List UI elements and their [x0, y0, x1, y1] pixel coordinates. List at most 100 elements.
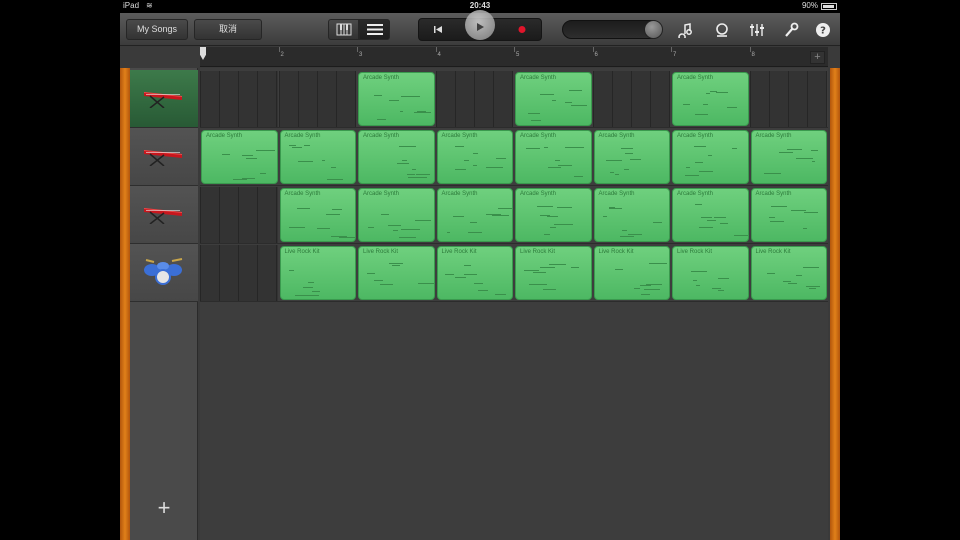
midi-note	[718, 289, 724, 291]
music-region[interactable]: Live Rock Kit	[672, 246, 749, 300]
music-region[interactable]: Live Rock Kit	[358, 246, 435, 300]
keyboard-view-button[interactable]	[328, 19, 359, 40]
timeline-ruler[interactable]: 12345678	[200, 47, 828, 67]
loop-icon	[678, 23, 692, 41]
tracks-grid[interactable]: Arcade Synth Arcade Synth Arcade Synth Arca…	[200, 68, 828, 540]
track-lane[interactable]: Arcade Synth Arcade Synth Arcade Synth Arca…	[200, 186, 828, 244]
settings-button[interactable]	[782, 22, 800, 38]
track-header[interactable]	[130, 186, 198, 244]
region-label: Arcade Synth	[755, 133, 792, 139]
music-region[interactable]: Arcade Synth	[358, 72, 435, 126]
track-lane[interactable]: Live Rock Kit Live Rock Kit Live Rock Kit L…	[200, 244, 828, 302]
music-region[interactable]: Live Rock Kit	[750, 246, 827, 300]
midi-note	[289, 269, 295, 271]
music-region[interactable]: Arcade Synth	[593, 188, 670, 242]
midi-note	[311, 290, 317, 292]
midi-note	[803, 227, 808, 229]
empty-bar[interactable]	[592, 71, 670, 127]
loop-button[interactable]	[678, 22, 696, 41]
region-label: Live Rock Kit	[598, 249, 634, 255]
music-region[interactable]: Arcade Synth	[436, 188, 513, 242]
undo-button[interactable]: 取消	[194, 19, 262, 40]
music-region[interactable]: Live Rock Kit	[436, 246, 513, 300]
music-region[interactable]: Live Rock Kit	[515, 246, 592, 300]
music-region[interactable]: Arcade Synth	[515, 188, 592, 242]
empty-bar[interactable]	[200, 245, 278, 301]
track-lane[interactable]: Arcade Synth Arcade Synth Arcade Synth Arca…	[200, 128, 828, 186]
midi-note	[302, 287, 313, 289]
ruler-bar-number: 7	[673, 52, 677, 58]
midi-note	[769, 217, 776, 219]
music-region[interactable]: Arcade Synth	[515, 130, 592, 184]
midi-note	[570, 267, 580, 269]
music-region[interactable]: Arcade Synth	[672, 130, 749, 184]
midi-note	[399, 145, 416, 147]
play-button[interactable]	[465, 10, 495, 40]
tracks-view-button[interactable]	[359, 19, 390, 40]
midi-note	[452, 216, 464, 218]
midi-note	[555, 159, 561, 161]
midi-note	[326, 178, 343, 180]
midi-note	[713, 216, 727, 218]
midi-note	[381, 214, 390, 216]
track-header[interactable]	[130, 70, 198, 128]
ruler-tick	[592, 47, 594, 52]
music-region[interactable]: Live Rock Kit	[279, 246, 356, 300]
midi-note	[530, 120, 541, 122]
mixer-button[interactable]	[748, 22, 766, 38]
my-songs-button[interactable]: My Songs	[126, 19, 188, 40]
midi-note	[331, 166, 337, 168]
midi-note	[694, 161, 704, 163]
transport-controls	[418, 10, 542, 41]
music-region[interactable]: Arcade Synth	[672, 72, 749, 126]
midi-note	[706, 219, 717, 221]
clock: 20:43	[469, 1, 491, 10]
midi-note	[388, 99, 400, 101]
midi-note	[373, 280, 384, 282]
region-label: Live Rock Kit	[677, 249, 713, 255]
midi-note	[619, 236, 634, 238]
midi-note	[491, 214, 509, 216]
music-region[interactable]: Arcade Synth	[279, 188, 356, 242]
track-lane[interactable]: Arcade Synth Arcade Synth Arcade Synth	[200, 70, 828, 128]
master-volume-slider[interactable]	[562, 20, 663, 39]
midi-note	[454, 276, 466, 278]
track-header[interactable]	[130, 128, 198, 186]
midi-note	[787, 282, 797, 284]
play-icon	[477, 23, 484, 31]
empty-bar[interactable]	[435, 71, 513, 127]
music-region[interactable]: Arcade Synth	[515, 72, 592, 126]
help-button[interactable]: ?	[814, 22, 832, 38]
midi-note	[472, 153, 478, 155]
music-region[interactable]: Arcade Synth	[358, 130, 435, 184]
record-button[interactable]	[507, 21, 537, 38]
piano-keys-icon	[336, 23, 352, 36]
music-region[interactable]: Arcade Synth	[750, 188, 827, 242]
midi-note	[400, 228, 420, 230]
midi-note	[685, 175, 700, 177]
empty-bar[interactable]	[200, 71, 278, 127]
volume-knob[interactable]	[644, 20, 663, 39]
music-region[interactable]: Arcade Synth	[201, 130, 278, 184]
empty-bar[interactable]	[200, 187, 278, 243]
music-region[interactable]: Arcade Synth	[436, 130, 513, 184]
music-region[interactable]: Arcade Synth	[593, 130, 670, 184]
empty-bar[interactable]	[749, 71, 827, 127]
midi-note	[547, 215, 558, 217]
music-region[interactable]: Arcade Synth	[279, 130, 356, 184]
music-region[interactable]: Arcade Synth	[358, 188, 435, 242]
midi-note	[718, 277, 730, 279]
midi-note	[624, 152, 634, 154]
midi-note	[708, 154, 713, 156]
midi-note	[418, 282, 434, 284]
add-track-button[interactable]: +	[152, 496, 176, 520]
track-header[interactable]	[130, 244, 198, 302]
empty-bar[interactable]	[278, 71, 356, 127]
midi-note	[694, 145, 707, 147]
add-section-button[interactable]: +	[810, 51, 825, 64]
music-region[interactable]: Arcade Synth	[672, 188, 749, 242]
music-region[interactable]: Live Rock Kit	[593, 246, 670, 300]
music-region[interactable]: Arcade Synth	[750, 130, 827, 184]
metronome-button[interactable]	[713, 22, 731, 38]
rewind-button[interactable]	[423, 21, 453, 38]
